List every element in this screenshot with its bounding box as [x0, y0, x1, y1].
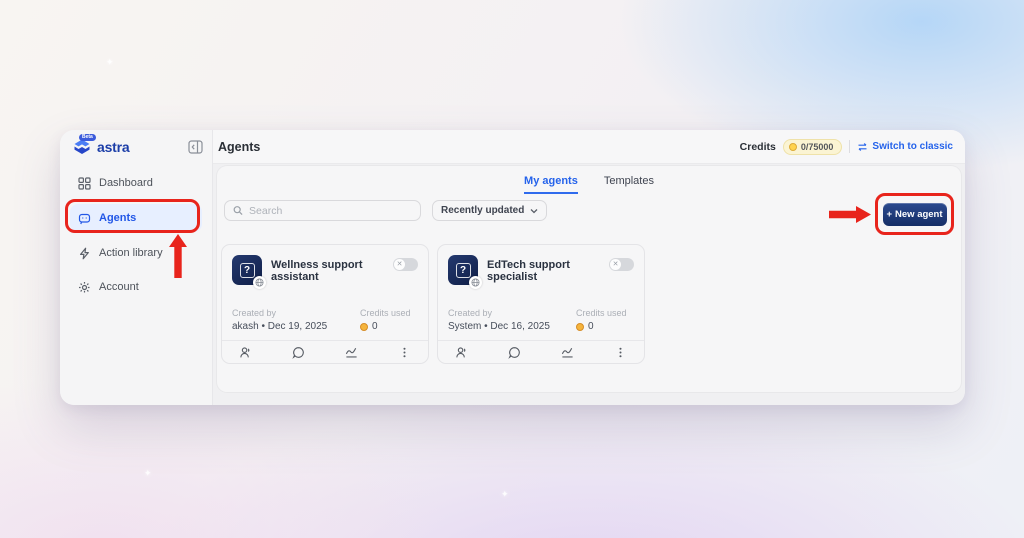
agent-enabled-toggle[interactable]: ✕ [393, 258, 418, 271]
sort-dropdown[interactable]: Recently updated [432, 200, 548, 221]
red-arrow-right [829, 206, 871, 223]
sidebar: Beta astra Dashboard Agents Action libra… [60, 130, 213, 405]
kebab-menu-icon[interactable] [398, 346, 411, 359]
tab-templates[interactable]: Templates [604, 175, 654, 194]
card-meta: Created by System • Dec 16, 2025 Credits… [448, 308, 634, 332]
created-by-label: Created by [232, 308, 277, 318]
globe-badge-icon [469, 276, 482, 289]
credits-used-value: 0 [576, 321, 634, 332]
agent-card-title: EdTech support specialist [487, 259, 570, 283]
sidebar-item-label: Dashboard [99, 177, 153, 189]
gear-icon [79, 281, 90, 292]
users-icon[interactable] [455, 346, 468, 359]
chat-icon[interactable] [292, 346, 305, 359]
toggle-off-x-icon: ✕ [610, 259, 621, 270]
card-footer [438, 341, 644, 363]
agent-card-title: Wellness support assistant [271, 259, 363, 283]
created-by-label: Created by [448, 308, 493, 318]
search-icon [233, 206, 243, 216]
card-head: ? EdTech support specialist ✕ [448, 255, 634, 289]
topbar: Agents Credits 0/75000 Switch to classic [213, 130, 965, 164]
sparkle-decoration: ✦ [106, 57, 114, 67]
coin-icon [576, 322, 584, 331]
credits-used-label: Credits used [576, 308, 627, 318]
switch-arrows-icon [858, 142, 867, 151]
toggle-off-x-icon: ✕ [394, 259, 405, 270]
kebab-menu-icon[interactable] [614, 346, 627, 359]
beta-badge: Beta [79, 134, 96, 141]
lightning-icon [80, 247, 89, 259]
coin-icon [788, 142, 797, 151]
main-area: Agents Credits 0/75000 Switch to classic [213, 130, 965, 405]
credits-badge: 0/75000 [782, 138, 843, 155]
agent-avatar: ? [232, 255, 266, 289]
globe-badge-icon [253, 276, 266, 289]
coin-icon [360, 322, 368, 331]
switch-to-classic-link[interactable]: Switch to classic [857, 141, 953, 152]
switch-link-label: Switch to classic [872, 141, 953, 152]
credits-value: 0/75000 [800, 141, 834, 152]
card-footer [222, 341, 428, 363]
analytics-icon[interactable] [561, 346, 574, 359]
new-agent-label: New agent [895, 208, 943, 220]
card-meta: Created by akash • Dec 19, 2025 Credits … [232, 308, 418, 332]
question-placeholder-icon: ? [239, 262, 255, 278]
agent-enabled-toggle[interactable]: ✕ [609, 258, 634, 271]
red-highlight-box-agents [65, 199, 200, 233]
users-icon[interactable] [239, 346, 252, 359]
agent-cards: ? Wellness support assistant ✕ Created b… [221, 244, 645, 364]
divider [849, 140, 851, 153]
sparkle-decoration: ✦ [144, 468, 152, 478]
agent-avatar: ? [448, 255, 482, 289]
controls-row: Recently updated [224, 200, 548, 221]
plus-icon: + [886, 208, 893, 220]
chat-icon[interactable] [508, 346, 521, 359]
agent-card-edtech[interactable]: ? EdTech support specialist ✕ Created by… [437, 244, 645, 364]
created-by-value: akash • Dec 19, 2025 [232, 321, 328, 332]
red-highlight-box-new-agent: + New agent [875, 193, 954, 235]
tabs: My agents Templates [217, 166, 961, 194]
agents-panel: My agents Templates Recently updated [217, 166, 961, 392]
astra-logo-icon: Beta [71, 134, 96, 158]
app-window: Beta astra Dashboard Agents Action libra… [60, 130, 965, 405]
tab-my-agents[interactable]: My agents [524, 175, 578, 194]
logo-text: astra [97, 139, 130, 155]
created-by-value: System • Dec 16, 2025 [448, 321, 550, 332]
content-area: My agents Templates Recently updated [213, 164, 965, 405]
credits-used-value: 0 [360, 321, 418, 332]
sort-dropdown-value: Recently updated [441, 205, 525, 216]
dashboard-grid-icon [78, 176, 91, 190]
credits-label: Credits [739, 140, 776, 153]
credits-used-number: 0 [372, 321, 378, 332]
sidebar-item-dashboard[interactable]: Dashboard [70, 170, 202, 196]
topbar-right: Credits 0/75000 Switch to classic [739, 138, 953, 155]
credits-used-label: Credits used [360, 308, 411, 318]
new-agent-button[interactable]: + New agent [882, 202, 947, 226]
search-input[interactable] [249, 204, 412, 217]
card-head: ? Wellness support assistant ✕ [232, 255, 418, 289]
red-arrow-up [169, 234, 187, 278]
analytics-icon[interactable] [345, 346, 358, 359]
agent-card-wellness[interactable]: ? Wellness support assistant ✕ Created b… [221, 244, 429, 364]
sidebar-item-label: Account [99, 281, 139, 293]
sparkle-decoration: ✦ [501, 489, 509, 499]
sidebar-nav: Dashboard Agents Action library Account [60, 164, 212, 308]
chevron-down-icon [530, 208, 538, 213]
page-title: Agents [218, 139, 261, 154]
sidebar-item-label: Action library [99, 247, 163, 259]
question-placeholder-icon: ? [455, 262, 471, 278]
collapse-sidebar-icon[interactable] [187, 139, 203, 155]
search-box[interactable] [224, 200, 421, 221]
logo-row: Beta astra [60, 130, 212, 164]
credits-used-number: 0 [588, 321, 594, 332]
